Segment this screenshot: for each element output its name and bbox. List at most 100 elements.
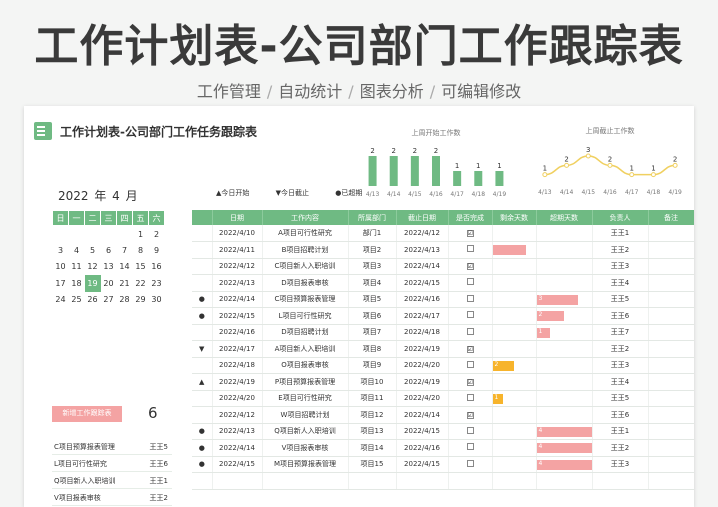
- table-row[interactable]: 2022/4/11 B项目招聘计划 项目2 2022/4/13 王王2: [192, 241, 694, 259]
- done-checkbox[interactable]: [466, 327, 474, 335]
- cell-note[interactable]: [648, 307, 694, 325]
- table-row[interactable]: 2022/4/12 C项目新人入职培训 项目3 2022/4/14 ☑ 王王3: [192, 258, 694, 275]
- table-row[interactable]: ● 2022/4/14 V项目报表审核 项目14 2022/4/16 4 王王2: [192, 439, 694, 457]
- table-row[interactable]: ● 2022/4/13 Q项目新人入职培训 项目13 2022/4/15 4 王王1: [192, 423, 694, 440]
- cell-done[interactable]: [448, 274, 493, 292]
- calendar-day[interactable]: 5: [85, 242, 101, 259]
- calendar-day[interactable]: 16: [149, 259, 165, 276]
- status-mark: [192, 324, 213, 341]
- done-checkbox[interactable]: ☑: [466, 411, 474, 419]
- cell-note[interactable]: [648, 472, 694, 490]
- cell-done[interactable]: [448, 456, 493, 473]
- list-item[interactable]: V项目报表审核 王王2: [52, 489, 172, 506]
- cell-note[interactable]: [648, 373, 694, 391]
- cell-note[interactable]: [648, 390, 694, 407]
- calendar-day[interactable]: 11: [69, 259, 85, 276]
- calendar-day[interactable]: 19: [84, 275, 101, 292]
- calendar-day[interactable]: 30: [149, 292, 165, 309]
- cell-done[interactable]: [448, 357, 493, 374]
- list-item[interactable]: C项目预算报表管理 王王5: [52, 438, 172, 455]
- cell-content: O项目报表审核: [262, 357, 349, 374]
- table-row[interactable]: ● 2022/4/15 M项目预算报表管理 项目15 2022/4/15 4 王王3: [192, 456, 694, 473]
- table-row[interactable]: 2022/4/12 W项目招聘计划 项目12 2022/4/14 ☑ 王王6: [192, 406, 694, 424]
- table-row[interactable]: 2022/4/16 D项目招聘计划 项目7 2022/4/18 1 王王7: [192, 324, 694, 341]
- done-checkbox[interactable]: [466, 360, 474, 368]
- done-checkbox[interactable]: ☑: [466, 345, 474, 353]
- calendar-day[interactable]: 22: [133, 275, 149, 292]
- done-checkbox[interactable]: [466, 459, 474, 467]
- done-checkbox[interactable]: ☑: [466, 378, 474, 386]
- calendar-day[interactable]: 29: [133, 292, 149, 309]
- cell-note[interactable]: [648, 291, 694, 308]
- table-row[interactable]: ▼ 2022/4/17 A项目新人入职培训 项目8 2022/4/19 ☑ 王王2: [192, 340, 694, 358]
- calendar-day[interactable]: 20: [101, 275, 117, 292]
- calendar-day[interactable]: 9: [149, 242, 165, 259]
- cell-note[interactable]: [648, 456, 694, 473]
- table-row[interactable]: ● 2022/4/14 C项目预算报表管理 项目5 2022/4/16 3 王王5: [192, 291, 694, 308]
- cell-done[interactable]: ☑: [448, 340, 493, 358]
- cell-note[interactable]: [648, 241, 694, 259]
- cell-done[interactable]: ☑: [448, 373, 493, 391]
- cell-note[interactable]: [648, 225, 694, 242]
- done-checkbox[interactable]: [466, 311, 474, 319]
- cell-done[interactable]: [448, 390, 493, 407]
- cell-done[interactable]: [448, 423, 493, 440]
- cell-note[interactable]: [648, 324, 694, 341]
- table-row[interactable]: 2022/4/10 A项目可行性研究 部门1 2022/4/12 ☑ 王王1: [192, 225, 694, 242]
- cell-note[interactable]: [648, 258, 694, 275]
- calendar-day[interactable]: 17: [53, 275, 69, 292]
- cell-done[interactable]: [448, 241, 493, 259]
- cell-done[interactable]: ☑: [448, 406, 493, 424]
- table-row[interactable]: 2022/4/20 E项目可行性研究 项目11 2022/4/20 1 王王5: [192, 390, 694, 407]
- done-checkbox[interactable]: [466, 294, 474, 302]
- table-row[interactable]: ▲ 2022/4/19 P项目预算报表管理 项目10 2022/4/19 ☑ 王王4: [192, 373, 694, 391]
- cell-note[interactable]: [648, 423, 694, 440]
- cell-done[interactable]: [448, 307, 493, 325]
- done-checkbox[interactable]: ☑: [466, 263, 474, 271]
- done-checkbox[interactable]: [466, 426, 474, 434]
- calendar-day[interactable]: 25: [69, 292, 85, 309]
- calendar-day[interactable]: 23: [149, 275, 165, 292]
- calendar-day[interactable]: 15: [133, 259, 149, 276]
- list-item[interactable]: Q项目新人入职培训 王王1: [52, 472, 172, 489]
- cell-note[interactable]: [648, 357, 694, 374]
- cell-done[interactable]: ☑: [448, 258, 493, 275]
- cell-done[interactable]: [448, 439, 493, 457]
- calendar-day[interactable]: 28: [117, 292, 133, 309]
- cell-done[interactable]: [448, 324, 493, 341]
- cell-note[interactable]: [648, 340, 694, 358]
- calendar-day[interactable]: 13: [101, 259, 117, 276]
- calendar-day[interactable]: 6: [101, 242, 117, 259]
- calendar-day[interactable]: 14: [117, 259, 133, 276]
- calendar-day[interactable]: 7: [117, 242, 133, 259]
- table-row[interactable]: 2022/4/18 O项目报表审核 项目9 2022/4/20 2 王王3: [192, 357, 694, 374]
- done-checkbox[interactable]: [466, 443, 474, 451]
- calendar-day[interactable]: 24: [53, 292, 69, 309]
- calendar-day[interactable]: 10: [53, 259, 69, 276]
- cell-done[interactable]: ☑: [448, 225, 493, 242]
- calendar-day[interactable]: 4: [69, 242, 85, 259]
- done-checkbox[interactable]: [466, 245, 474, 253]
- table-row[interactable]: [192, 472, 694, 490]
- cell-note[interactable]: [648, 406, 694, 424]
- table-row[interactable]: 2022/4/13 D项目报表审核 项目4 2022/4/15 王王4: [192, 274, 694, 292]
- done-checkbox[interactable]: [466, 393, 474, 401]
- calendar-day[interactable]: 8: [133, 242, 149, 259]
- add-tracking-sheet-button[interactable]: 新增工作跟踪表: [52, 406, 122, 422]
- calendar-day[interactable]: 3: [53, 242, 69, 259]
- calendar-day[interactable]: 21: [117, 275, 133, 292]
- calendar-day[interactable]: 12: [85, 259, 101, 276]
- cell-note[interactable]: [648, 274, 694, 292]
- table-row[interactable]: ● 2022/4/15 L项目可行性研究 项目6 2022/4/17 2 王王6: [192, 307, 694, 325]
- cell-done[interactable]: [448, 472, 493, 490]
- done-checkbox[interactable]: [466, 278, 474, 286]
- calendar-day[interactable]: 2: [149, 226, 165, 243]
- calendar-day[interactable]: 26: [85, 292, 101, 309]
- calendar-day[interactable]: 1: [133, 226, 149, 243]
- calendar-day[interactable]: 27: [101, 292, 117, 309]
- done-checkbox[interactable]: ☑: [466, 230, 474, 237]
- cell-note[interactable]: [648, 439, 694, 457]
- list-item[interactable]: L项目可行性研究 王王6: [52, 455, 172, 472]
- calendar-day[interactable]: 18: [69, 275, 85, 292]
- cell-done[interactable]: [448, 291, 493, 308]
